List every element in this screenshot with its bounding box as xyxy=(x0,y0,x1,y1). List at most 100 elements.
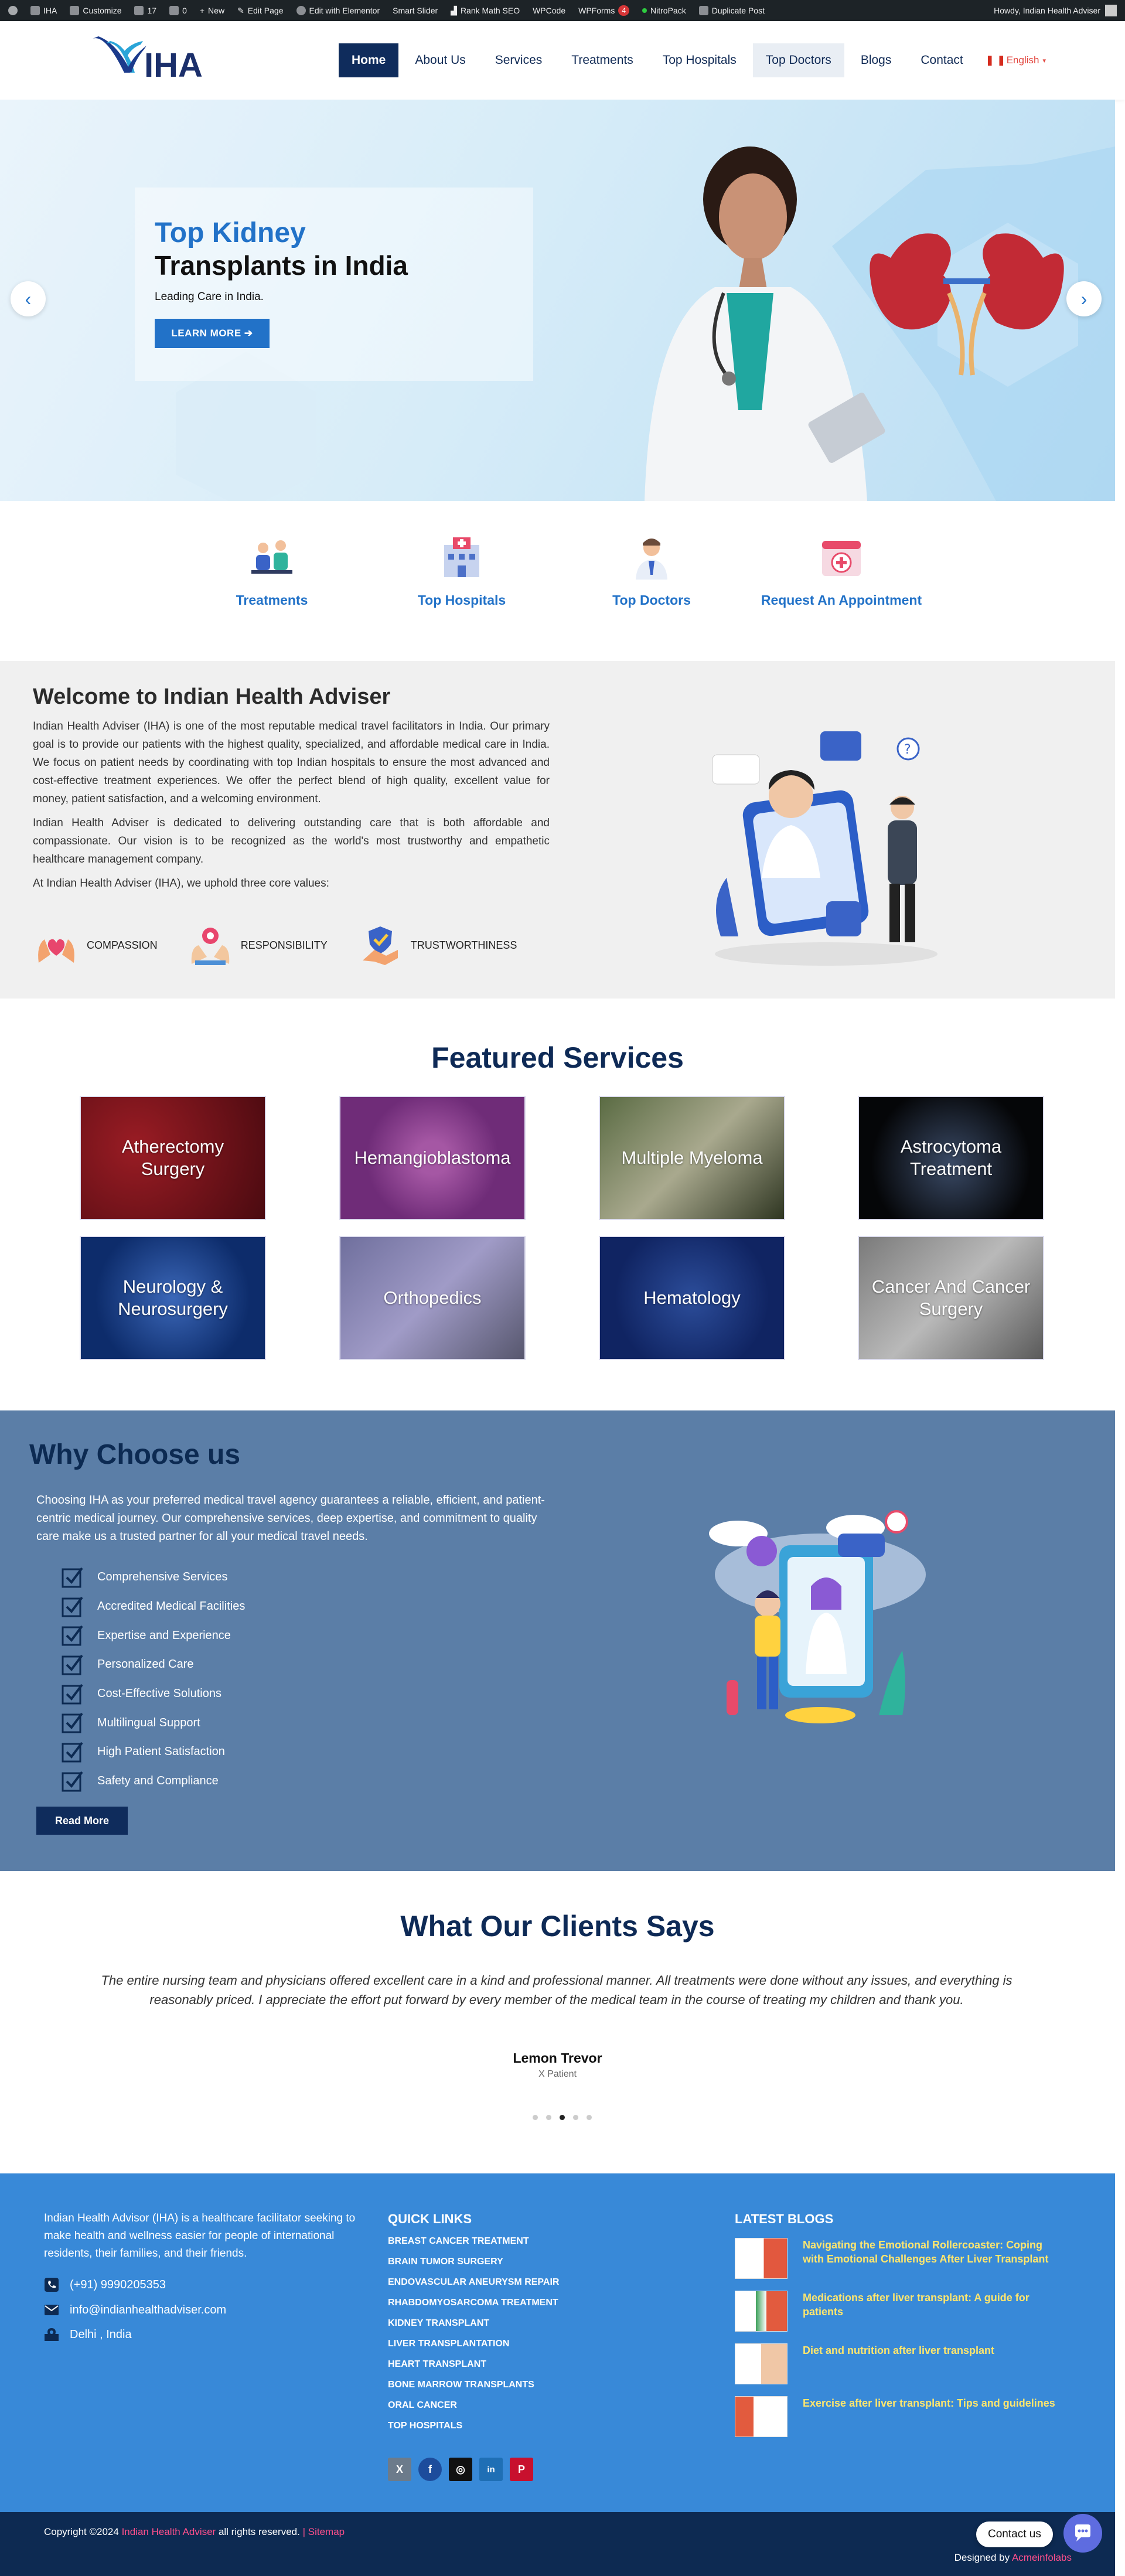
svg-text:?: ? xyxy=(904,742,911,757)
quick-link[interactable]: HEART TRANSPLANT xyxy=(388,2359,559,2380)
service-card-neurology[interactable]: Neurology & Neurosurgery xyxy=(80,1236,266,1360)
slider-dot-4[interactable] xyxy=(573,2115,578,2120)
admin-customize[interactable]: Customize xyxy=(70,6,121,15)
quick-link[interactable]: ORAL CANCER xyxy=(388,2400,559,2421)
quick-link[interactable]: RHABDOMYOSARCOMA TREATMENT xyxy=(388,2298,559,2318)
list-item: High Patient Satisfaction xyxy=(61,1737,245,1767)
site-footer: Indian Health Advisor (IHA) is a healthc… xyxy=(0,2173,1115,2512)
slider-prev-button[interactable]: ‹ xyxy=(11,281,46,316)
learn-more-button[interactable]: LEARN MORE ➔ xyxy=(155,319,270,348)
footer-email[interactable]: info@indianhealthadviser.com xyxy=(44,2302,226,2318)
list-item: Accredited Medical Facilities xyxy=(61,1592,245,1621)
admin-comments[interactable]: 0 xyxy=(169,6,187,15)
chart-icon: ▟ xyxy=(451,5,457,15)
slider-dot-2[interactable] xyxy=(546,2115,551,2120)
quick-link-request-appointment[interactable]: Request An Appointment xyxy=(759,530,923,608)
blog-thumbnail xyxy=(735,2291,788,2332)
nav-contact[interactable]: Contact xyxy=(908,43,976,77)
facebook-icon[interactable]: f xyxy=(418,2458,442,2481)
value-compassion: COMPASSION xyxy=(33,922,158,969)
admin-account[interactable]: Howdy, Indian Health Adviser xyxy=(994,5,1117,16)
admin-wpcode[interactable]: WPCode xyxy=(533,6,565,15)
linkedin-icon[interactable]: in xyxy=(479,2458,503,2481)
sitemap-link[interactable]: Sitemap xyxy=(308,2526,345,2537)
service-card-hemangioblastoma[interactable]: Hemangioblastoma xyxy=(339,1096,526,1220)
brand-link[interactable]: Indian Health Adviser xyxy=(122,2526,216,2537)
service-card-orthopedics[interactable]: Orthopedics xyxy=(339,1236,526,1360)
admin-nitropack[interactable]: NitroPack xyxy=(642,6,686,15)
footer-phone[interactable]: (+91) 9990205353 xyxy=(44,2277,166,2292)
quick-link-top-doctors[interactable]: Top Doctors xyxy=(570,530,734,608)
admin-wpforms[interactable]: WPForms 4 xyxy=(578,5,630,16)
slider-dot-3[interactable] xyxy=(560,2115,565,2120)
blog-item[interactable]: Exercise after liver transplant: Tips an… xyxy=(735,2396,1061,2437)
list-item: Expertise and Experience xyxy=(61,1621,245,1650)
checkbox-check-icon xyxy=(62,1567,83,1588)
welcome-title: Welcome to Indian Health Adviser xyxy=(33,684,391,709)
quick-link[interactable]: KIDNEY TRANSPLANT xyxy=(388,2318,559,2339)
blog-item[interactable]: Navigating the Emotional Rollercoaster: … xyxy=(735,2238,1061,2279)
logo-text: IHA xyxy=(144,46,203,84)
wordpress-logo-icon[interactable] xyxy=(8,6,18,15)
value-trustworthiness: TRUSTWORTHINESS xyxy=(357,922,517,969)
quick-link[interactable]: TOP HOSPITALS xyxy=(388,2421,559,2441)
quick-link-top-hospitals[interactable]: Top Hospitals xyxy=(380,530,544,608)
nav-top-doctors[interactable]: Top Doctors xyxy=(752,43,844,77)
admin-updates[interactable]: 17 xyxy=(134,6,156,15)
service-card-multiple-myeloma[interactable]: Multiple Myeloma xyxy=(599,1096,785,1220)
nav-blogs[interactable]: Blogs xyxy=(848,43,905,77)
admin-smart-slider[interactable]: Smart Slider xyxy=(393,6,438,15)
copy-icon xyxy=(698,6,708,15)
admin-elementor[interactable]: Edit with Elementor xyxy=(296,6,380,15)
quick-link[interactable]: BRAIN TUMOR SURGERY xyxy=(388,2257,559,2277)
service-card-astrocytoma[interactable]: Astrocytoma Treatment xyxy=(858,1096,1044,1220)
quick-link[interactable]: ENDOVASCULAR ANEURYSM REPAIR xyxy=(388,2277,559,2298)
read-more-button[interactable]: Read More xyxy=(36,1807,128,1835)
blog-thumbnail xyxy=(735,2396,788,2437)
contact-us-chat-label[interactable]: Contact us xyxy=(976,2522,1053,2547)
service-card-hematology[interactable]: Hematology xyxy=(599,1236,785,1360)
site-logo[interactable]: IHA xyxy=(88,32,223,90)
service-card-cancer-surgery[interactable]: Cancer And Cancer Surgery xyxy=(858,1236,1044,1360)
nav-home[interactable]: Home xyxy=(339,43,399,77)
list-item: Comprehensive Services xyxy=(61,1563,245,1592)
admin-rank-math[interactable]: ▟ Rank Math SEO xyxy=(451,6,520,16)
x-twitter-icon[interactable]: X xyxy=(388,2458,411,2481)
quick-link-treatments[interactable]: Treatments xyxy=(190,530,354,608)
slider-next-button[interactable]: › xyxy=(1066,281,1102,316)
nav-services[interactable]: Services xyxy=(482,43,555,77)
slider-dots xyxy=(533,2115,592,2120)
quick-link[interactable]: LIVER TRANSPLANTATION xyxy=(388,2339,559,2359)
core-values: COMPASSION RESPONSIBILITY TRUSTWORTHINES… xyxy=(33,922,517,969)
testimonial-role: X Patient xyxy=(538,2069,577,2079)
footer-about: Indian Health Advisor (IHA) is a healthc… xyxy=(44,2212,356,2260)
chat-button[interactable] xyxy=(1063,2514,1102,2553)
blog-thumbnail xyxy=(735,2238,788,2279)
pencil-icon: ✎ xyxy=(237,5,244,15)
instagram-icon[interactable]: ◎ xyxy=(449,2458,472,2481)
why-intro: Choosing IHA as your preferred medical t… xyxy=(36,1494,545,1543)
nav-top-hospitals[interactable]: Top Hospitals xyxy=(650,43,749,77)
pinterest-icon[interactable]: P xyxy=(510,2458,533,2481)
designed-by: Designed by Acmeinfolabs xyxy=(954,2552,1072,2563)
blog-item[interactable]: Diet and nutrition after liver transplan… xyxy=(735,2343,1061,2384)
language-switcher[interactable]: English ▾ xyxy=(980,54,1046,66)
hero-slider: Top Kidney Transplants in India Leading … xyxy=(0,100,1115,501)
slider-dot-5[interactable] xyxy=(587,2115,592,2120)
social-links: X f ◎ in P xyxy=(388,2458,533,2481)
admin-edit-page[interactable]: ✎ Edit Page xyxy=(237,6,283,16)
nav-about[interactable]: About Us xyxy=(402,43,478,77)
slider-dot-1[interactable] xyxy=(533,2115,538,2120)
nav-treatments[interactable]: Treatments xyxy=(558,43,646,77)
admin-site-link[interactable]: IHA xyxy=(30,6,57,15)
quick-link[interactable]: BONE MARROW TRANSPLANTS xyxy=(388,2380,559,2400)
admin-new[interactable]: + New xyxy=(200,6,224,15)
doctor-icon xyxy=(636,539,667,580)
list-item: Safety and Compliance xyxy=(61,1767,245,1796)
blog-item[interactable]: Medications after liver transplant: A gu… xyxy=(735,2291,1061,2332)
service-card-atherectomy[interactable]: Atherectomy Surgery xyxy=(80,1096,266,1220)
quick-link[interactable]: BREAST CANCER TREATMENT xyxy=(388,2236,559,2257)
admin-duplicate-post[interactable]: Duplicate Post xyxy=(698,6,765,15)
designer-link[interactable]: Acmeinfolabs xyxy=(1012,2552,1072,2563)
quick-links-section: Treatments Top Hospitals Top Doctors Req… xyxy=(0,501,1115,661)
